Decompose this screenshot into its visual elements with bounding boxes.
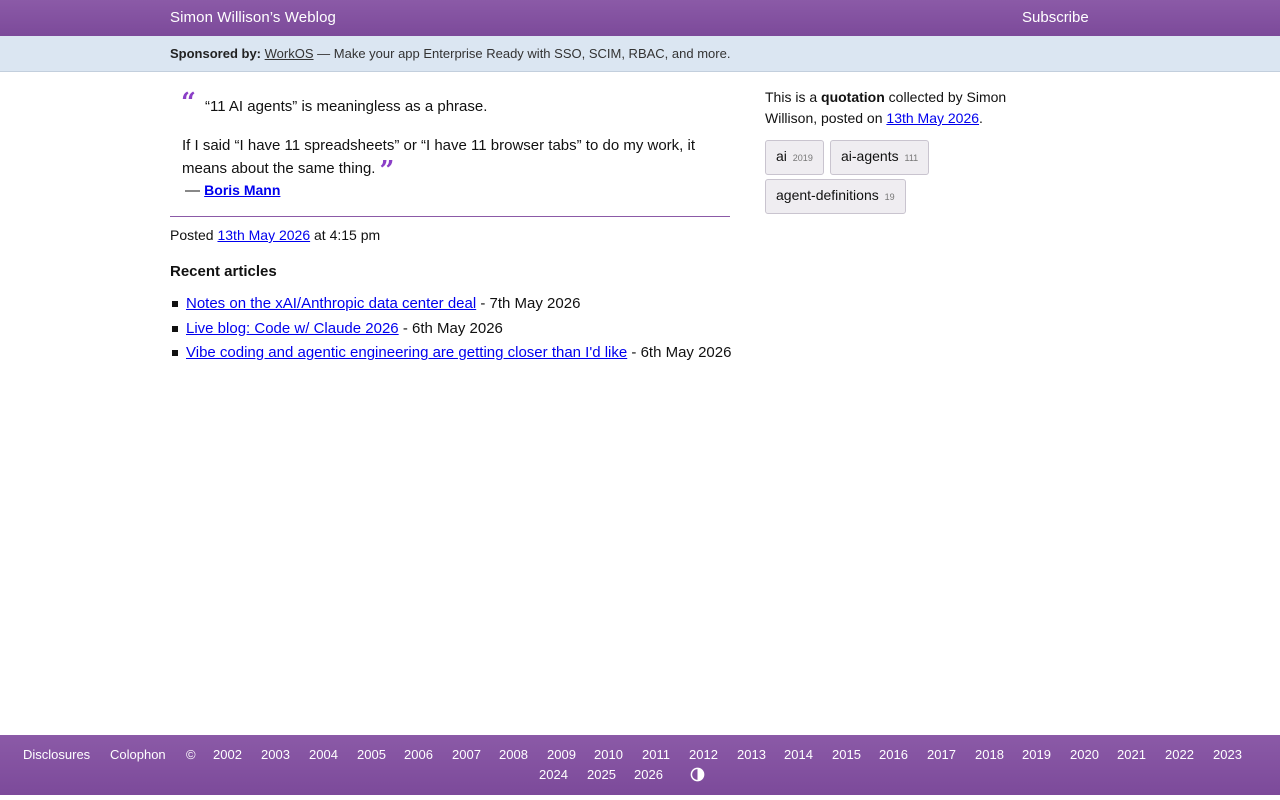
posted-date-link[interactable]: 13th May 2026	[217, 227, 310, 243]
footer-year-link[interactable]: 2023	[1213, 747, 1242, 762]
footer-year-link[interactable]: 2019	[1022, 747, 1051, 762]
footer-year-link[interactable]: 2016	[879, 747, 908, 762]
intro-end: .	[979, 110, 983, 126]
footer-year-link[interactable]: 2014	[784, 747, 813, 762]
footer-year-link[interactable]: 2006	[404, 747, 433, 762]
sponsor-bar: Sponsored by: WorkOS — Make your app Ent…	[0, 36, 1280, 72]
recent-article-link[interactable]: Live blog: Code w/ Claude 2026	[186, 320, 399, 337]
footer-year-link[interactable]: 2009	[547, 747, 576, 762]
tag-ai[interactable]: ai 2019	[765, 140, 824, 175]
footer-year-link[interactable]: 2013	[737, 747, 766, 762]
subscribe-link[interactable]: Subscribe	[1022, 9, 1089, 26]
footer-year-link[interactable]: 2011	[642, 747, 670, 762]
metadata-sidebar: This is a quotation collected by Simon W…	[765, 87, 1045, 214]
tag-name: agent-definitions	[776, 187, 879, 203]
contrast-icon[interactable]	[690, 767, 705, 782]
tag-count: 19	[884, 192, 895, 202]
footer-year-link[interactable]: 2021	[1117, 747, 1146, 762]
posted-line: Posted 13th May 2026 at 4:15 pm	[170, 227, 380, 243]
footer-year-link[interactable]: 2024	[539, 767, 568, 782]
tag-agent-definitions[interactable]: agent-definitions 19	[765, 179, 906, 214]
site-footer: Disclosures Colophon © 2002 2003 2004 20…	[0, 735, 1280, 795]
footer-year-link[interactable]: 2017	[927, 747, 956, 762]
footer-year-link[interactable]: 2018	[975, 747, 1004, 762]
footer-year-link[interactable]: 2025	[587, 767, 616, 782]
footer-colophon-link[interactable]: Colophon	[110, 747, 166, 762]
tag-name: ai	[776, 148, 787, 164]
intro-date-link[interactable]: 13th May 2026	[886, 110, 979, 126]
footer-year-link[interactable]: 2008	[499, 747, 528, 762]
tag-count: 111	[904, 153, 919, 163]
footer-year-link[interactable]: 2020	[1070, 747, 1099, 762]
footer-year-link[interactable]: 2015	[832, 747, 861, 762]
tag-name: ai-agents	[841, 148, 899, 164]
list-item: Vibe coding and agentic engineering are …	[172, 341, 736, 364]
site-title-link[interactable]: Simon Willison’s Weblog	[170, 9, 336, 26]
footer-year-link[interactable]: 2012	[689, 747, 718, 762]
recent-articles-heading: Recent articles	[170, 263, 277, 280]
copyright-symbol: ©	[186, 747, 196, 762]
footer-year-link[interactable]: 2004	[309, 747, 338, 762]
list-item: Live blog: Code w/ Claude 2026 - 6th May…	[172, 317, 736, 340]
sponsor-link[interactable]: WorkOS	[265, 46, 314, 61]
posted-time: at 4:15 pm	[314, 227, 381, 243]
footer-year-link[interactable]: 2002	[213, 747, 242, 762]
intro-bold: quotation	[821, 89, 885, 105]
footer-year-link[interactable]: 2026	[634, 767, 663, 782]
quote-line-2-block: If I said “I have 11 spreadsheets” or “I…	[182, 134, 732, 186]
footer-year-link[interactable]: 2003	[261, 747, 290, 762]
quote-line-2: If I said “I have 11 spreadsheets” or “I…	[182, 137, 696, 177]
divider	[170, 216, 730, 217]
tag-ai-agents[interactable]: ai-agents 111	[830, 140, 930, 175]
recent-article-date: - 6th May 2026	[402, 319, 503, 337]
footer-disclosures-link[interactable]: Disclosures	[23, 747, 90, 762]
recent-article-link[interactable]: Vibe coding and agentic engineering are …	[186, 344, 627, 361]
theme-toggle-icon	[690, 767, 705, 782]
footer-year-link[interactable]: 2010	[594, 747, 623, 762]
open-quote-icon: “	[181, 88, 196, 118]
intro-prefix: This is a	[765, 89, 818, 105]
footer-year-link[interactable]: 2005	[357, 747, 386, 762]
cite-author-link[interactable]: Boris Mann	[204, 182, 280, 198]
recent-article-link[interactable]: Notes on the xAI/Anthropic data center d…	[186, 295, 476, 312]
posted-prefix: Posted	[170, 227, 214, 243]
quote-line-1: “11 AI agents” is meaningless as a phras…	[205, 98, 488, 115]
footer-year-link[interactable]: 2007	[452, 747, 481, 762]
list-item: Notes on the xAI/Anthropic data center d…	[172, 292, 736, 315]
recent-articles-list: Notes on the xAI/Anthropic data center d…	[172, 292, 736, 366]
sidebar-intro: This is a quotation collected by Simon W…	[765, 87, 1030, 129]
sponsor-label: Sponsored by:	[170, 46, 262, 61]
site-header: Simon Willison’s Weblog Subscribe	[0, 0, 1280, 36]
tag-count: 2019	[792, 153, 813, 163]
close-quote-icon: ”	[379, 156, 395, 186]
footer-year-link[interactable]: 2022	[1165, 747, 1194, 762]
sponsor-text: — Make your app Enterprise Ready with SS…	[317, 46, 731, 61]
quote-citation: — Boris Mann	[185, 182, 280, 199]
recent-article-date: - 7th May 2026	[480, 295, 581, 312]
recent-article-date: - 6th May 2026	[631, 344, 732, 361]
cite-dash: —	[185, 182, 200, 199]
